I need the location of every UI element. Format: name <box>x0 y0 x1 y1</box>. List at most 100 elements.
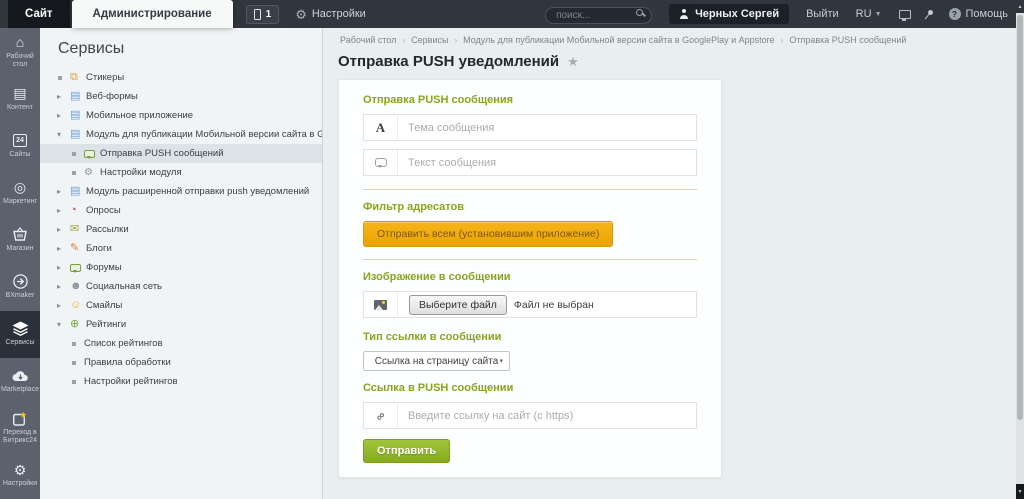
chevron-down-icon: ▾ <box>499 357 503 365</box>
tree-item-social-network[interactable]: ▸ ☻ Социальная сеть <box>40 277 322 296</box>
tree-item-ratings[interactable]: ▾ ⊕ Рейтинги <box>40 315 322 334</box>
chat-bubble-icon <box>70 264 86 272</box>
tree-expander-collapsed[interactable]: ▸ <box>57 244 70 253</box>
send-to-all-button[interactable]: Отправить всем (установившим приложение) <box>363 221 613 247</box>
tree-item-label: Модуль расширенной отправки push уведомл… <box>86 186 309 197</box>
page-title-row: Отправка PUSH уведомлений ★ <box>338 53 1016 70</box>
tree-item-forums[interactable]: ▸ Форумы <box>40 258 322 277</box>
sidebar-item-label: Сервисы <box>5 339 34 347</box>
sidebar-item-desktop[interactable]: ⌂ Рабочий стол <box>0 28 40 75</box>
tree-item-webforms[interactable]: ▸ ▤ Веб-формы <box>40 87 322 106</box>
tree-item-blogs[interactable]: ▸ ✎ Блоги <box>40 239 322 258</box>
tree-expander-collapsed[interactable]: ▸ <box>57 301 70 310</box>
breadcrumb-separator-icon: › <box>781 36 784 45</box>
logout-link[interactable]: Выйти <box>806 8 839 20</box>
tree-expander-collapsed[interactable]: ▸ <box>57 263 70 272</box>
tree-item-processing-rules[interactable]: Правила обработки <box>40 353 322 372</box>
tree-item-push-send[interactable]: Отправка PUSH сообщений <box>40 144 322 163</box>
user-menu-button[interactable]: Черных Сергей <box>669 4 789 24</box>
tree-item-label: Правила обработки <box>84 357 171 368</box>
tab-site[interactable]: Сайт <box>8 0 70 28</box>
tree-expander-collapsed[interactable]: ▸ <box>57 92 70 101</box>
sidebar-item-services[interactable]: Сервисы <box>0 311 40 358</box>
scrollbar-up-arrow-icon[interactable]: ▲ <box>1016 0 1024 13</box>
search-input[interactable] <box>545 7 652 24</box>
favorite-star-icon[interactable]: ★ <box>567 54 579 70</box>
pie-chart-icon: ◔ <box>70 205 86 216</box>
breadcrumb-item[interactable]: Рабочий стол <box>340 35 397 45</box>
scrollbar-thumb[interactable] <box>1017 15 1023 420</box>
pin-icon[interactable] <box>926 8 933 15</box>
tree-expander-collapsed[interactable]: ▸ <box>57 206 70 215</box>
tree-item-polls[interactable]: ▸ ◔ Опросы <box>40 201 322 220</box>
tree-item-label: Рейтинги <box>86 319 126 330</box>
sidebar-item-bxmaker[interactable]: BXmaker <box>0 263 40 310</box>
link-type-value: Ссылка на страницу сайта <box>375 356 499 367</box>
sidebar-item-settings[interactable]: ⚙ Настройки <box>0 452 40 499</box>
sidebar-item-marketing[interactable]: ◎ Маркетинг <box>0 169 40 216</box>
module-icon: ▤ <box>70 129 86 140</box>
section-divider <box>363 259 697 260</box>
tree-item-ratings-list[interactable]: Список рейтингов <box>40 334 322 353</box>
people-icon: ☻ <box>70 281 86 292</box>
sidebar-item-label: Магазин <box>6 245 33 253</box>
sidebar-item-label: Marketplace <box>1 386 39 394</box>
link-type-select[interactable]: Ссылка на страницу сайта ▾ <box>363 351 510 371</box>
top-bar: Сайт Администрирование 1 ⚙ Настройки Чер… <box>0 0 1024 28</box>
tree-expander-expanded[interactable]: ▾ <box>57 130 70 139</box>
section-heading-link-type: Тип ссылки в сообщении <box>363 331 697 343</box>
tree-item-ratings-settings[interactable]: Настройки рейтингов <box>40 372 322 391</box>
sidebar-item-shop[interactable]: Магазин <box>0 216 40 263</box>
browser-scrollbar[interactable]: ▲ ▼ <box>1016 0 1024 499</box>
sidebar-item-sites[interactable]: 24 Сайты <box>0 122 40 169</box>
tab-admin-label: Администрирование <box>93 8 212 20</box>
file-status-text: Файл не выбран <box>514 299 594 311</box>
sidebar-item-content[interactable]: ▤ Контент <box>0 75 40 122</box>
breadcrumb-item[interactable]: Модуль для публикации Мобильной версии с… <box>463 35 775 45</box>
notifications-button[interactable]: 1 <box>246 5 280 24</box>
smiley-icon: ☺ <box>70 300 86 311</box>
scrollbar-down-arrow-icon[interactable]: ▼ <box>1016 484 1024 499</box>
tree-item-extended-push[interactable]: ▸ ▤ Модуль расширенной отправки push уве… <box>40 182 322 201</box>
tree-expander-collapsed[interactable]: ▸ <box>57 187 70 196</box>
tree-item-newsletters[interactable]: ▸ ✉ Рассылки <box>40 220 322 239</box>
tab-administration[interactable]: Администрирование <box>72 0 233 28</box>
chat-bubble-icon <box>84 150 100 158</box>
breadcrumb-item[interactable]: Сервисы <box>411 35 448 45</box>
tree-item-label: Настройки модуля <box>100 167 182 178</box>
tree-item-label: Веб-формы <box>86 91 138 102</box>
tab-site-label: Сайт <box>25 8 53 20</box>
submit-button[interactable]: Отправить <box>363 439 450 463</box>
subject-input[interactable] <box>398 122 696 134</box>
search-box <box>545 5 652 24</box>
calendar-24-icon: 24 <box>13 133 27 148</box>
tree-item-label: Мобильное приложение <box>86 110 193 121</box>
tree-item-label: Рассылки <box>86 224 129 235</box>
tree-expander-expanded[interactable]: ▾ <box>57 320 70 329</box>
breadcrumb-item[interactable]: Отправка PUSH сообщений <box>789 35 906 45</box>
tree-item-publish-module[interactable]: ▾ ▤ Модуль для публикации Мобильной верс… <box>40 125 322 144</box>
tree-expander-collapsed[interactable]: ▸ <box>57 111 70 120</box>
tree-item-mobile-app[interactable]: ▸ ▤ Мобильное приложение <box>40 106 322 125</box>
language-selector[interactable]: RU ▼ <box>856 8 882 20</box>
help-button[interactable]: ? Помощь <box>949 8 1009 20</box>
message-input[interactable] <box>398 157 696 169</box>
tree-item-smiles[interactable]: ▸ ☺ Смайлы <box>40 296 322 315</box>
search-icon[interactable] <box>636 9 643 16</box>
tree-expander-collapsed[interactable]: ▸ <box>57 282 70 291</box>
basket-icon <box>12 227 28 242</box>
tree-item-stickers[interactable]: ⧉ Стикеры <box>40 68 322 87</box>
link-input[interactable] <box>398 410 696 422</box>
choose-file-button[interactable]: Выберите файл <box>409 295 507 315</box>
sidebar-item-marketplace[interactable]: Marketplace <box>0 358 40 405</box>
tree-expander-collapsed[interactable]: ▸ <box>57 225 70 234</box>
sidebar-item-bitrix24[interactable]: Переход в Битрикс24 <box>0 405 40 452</box>
tree-item-label: Отправка PUSH сообщений <box>100 148 224 159</box>
bullet-icon <box>71 361 84 365</box>
desktop-app-icon[interactable] <box>899 10 911 19</box>
tree-item-module-settings[interactable]: ⚙ Настройки модуля <box>40 163 322 182</box>
target-icon: ◎ <box>14 180 26 195</box>
sidebar-item-label: Сайты <box>9 151 30 159</box>
layers-icon <box>12 321 29 336</box>
topbar-settings-button[interactable]: ⚙ Настройки <box>295 8 366 21</box>
